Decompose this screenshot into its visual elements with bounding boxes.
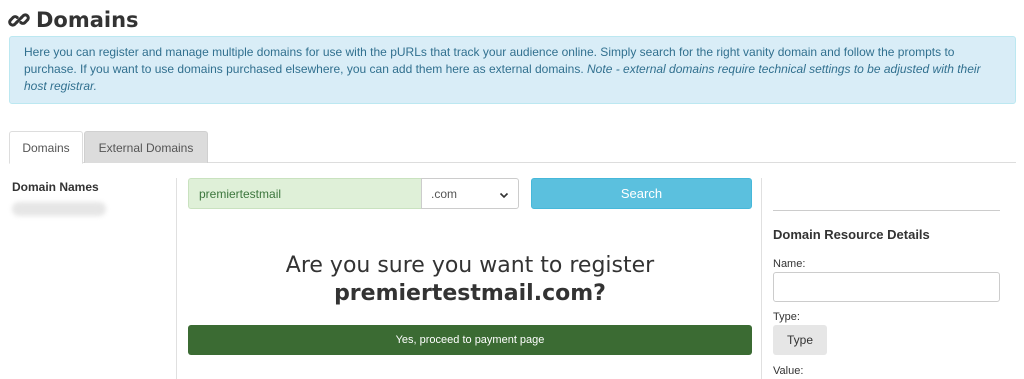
- column-divider: [761, 178, 762, 379]
- domain-search-input[interactable]: premiertestmail: [188, 178, 421, 209]
- page-title: Domains: [36, 8, 139, 32]
- type-label: Type:: [773, 311, 800, 323]
- details-title: Domain Resource Details: [773, 227, 930, 242]
- register-confirmation: Are you sure you want to register premie…: [188, 252, 752, 308]
- confirm-question: Are you sure you want to register: [285, 253, 655, 278]
- confirm-domain: premiertestmail.com?: [334, 281, 606, 306]
- domain-names-heading: Domain Names: [12, 180, 99, 194]
- tab-domains[interactable]: Domains: [9, 131, 83, 164]
- tld-select[interactable]: .com: [421, 178, 519, 209]
- value-label: Value:: [773, 365, 804, 377]
- divider: [773, 210, 1000, 211]
- tld-select-value: .com: [431, 186, 458, 201]
- type-button[interactable]: Type: [773, 325, 827, 355]
- chevron-down-icon: [499, 189, 509, 199]
- proceed-to-payment-button[interactable]: Yes, proceed to payment page: [188, 325, 752, 355]
- redacted-domain-item[interactable]: [12, 202, 106, 216]
- name-input[interactable]: [773, 272, 1000, 302]
- column-divider: [176, 178, 177, 379]
- search-button[interactable]: Search: [531, 178, 752, 209]
- info-alert: Here you can register and manage multipl…: [9, 36, 1016, 104]
- tab-bar: Domains External Domains: [9, 131, 1016, 164]
- link-icon: [8, 9, 30, 31]
- tab-external-domains[interactable]: External Domains: [84, 131, 208, 163]
- page-header: Domains: [8, 6, 139, 34]
- name-label: Name:: [773, 258, 806, 270]
- domain-names-panel: Domain Names: [12, 180, 162, 216]
